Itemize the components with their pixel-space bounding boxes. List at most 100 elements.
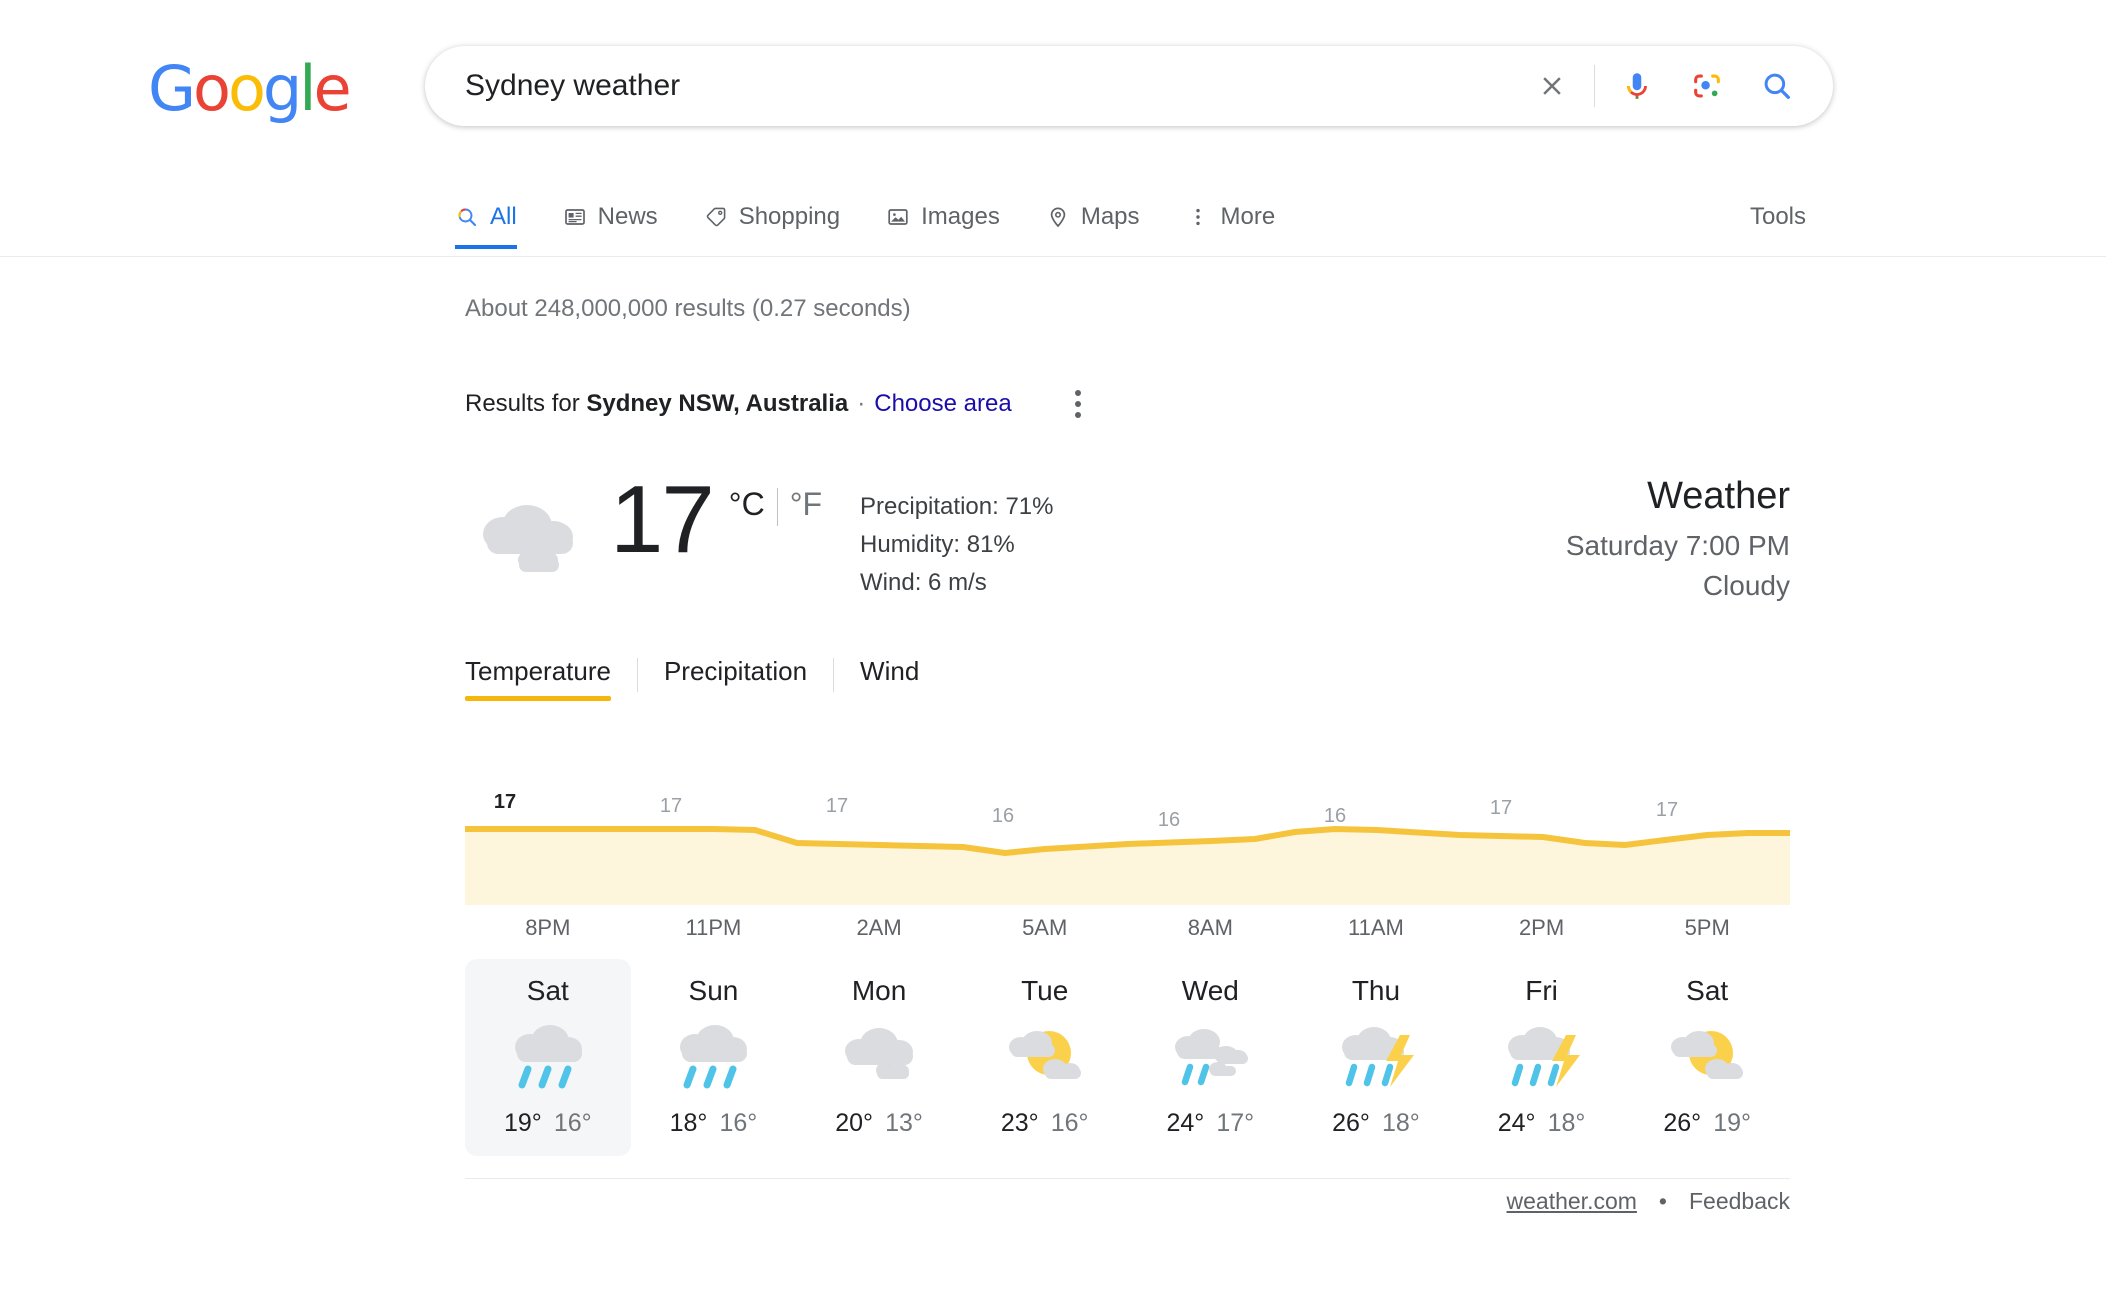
day-temps: 19°16° [504, 1109, 592, 1138]
forecast-day-sat[interactable]: Sat 19°16° [465, 959, 631, 1156]
day-name: Thu [1352, 975, 1400, 1007]
search-bar[interactable] [425, 46, 1833, 126]
forecast-day-mon[interactable]: Mon 20°13° [796, 959, 962, 1156]
logo-letter-2: o [193, 58, 228, 120]
nav-tab-maps[interactable]: Maps [1023, 185, 1163, 249]
day-temps: 24°18° [1498, 1109, 1586, 1138]
kebab-icon[interactable] [1065, 384, 1091, 424]
weather-datetime: Saturday 7:00 PM [1566, 530, 1790, 562]
results-location: Sydney NSW, Australia [586, 390, 848, 418]
cloudy-icon [831, 1017, 927, 1097]
nav-tab-all[interactable]: All [455, 185, 540, 249]
metric-divider [833, 658, 834, 692]
metric-tab-precipitation[interactable]: Precipitation [664, 656, 807, 701]
search-icon [455, 205, 479, 229]
hour-label: 8AM [1128, 915, 1294, 941]
day-name: Mon [852, 975, 906, 1007]
hour-label: 2AM [796, 915, 962, 941]
day-high: 26° [1663, 1109, 1701, 1137]
google-lens-icon[interactable] [1681, 60, 1733, 112]
kebab-icon [1186, 205, 1210, 229]
temperature-chart[interactable]: 17 17 17 16 16 16 17 17 [465, 797, 1790, 905]
chart-point-label: 17 [1490, 797, 1512, 820]
metric-tab-label: Temperature [465, 656, 611, 686]
unit-divider [777, 488, 778, 526]
forecast-day-fri[interactable]: Fri 24°18° [1459, 959, 1625, 1156]
forecast-day-sat-2[interactable]: Sat 26° 19° [1624, 959, 1790, 1156]
nav-tab-images[interactable]: Images [863, 185, 1023, 249]
footer-divider [465, 1178, 1790, 1179]
nav-tab-news[interactable]: News [540, 185, 681, 249]
day-low: 18° [1382, 1109, 1420, 1137]
day-temps: 23°16° [1001, 1109, 1089, 1138]
search-divider [1594, 65, 1595, 107]
nav-tab-label: News [598, 203, 658, 231]
logo-letter-5: l [299, 58, 313, 120]
rain-icon [665, 1017, 761, 1097]
chart-point-label: 16 [992, 805, 1014, 828]
weather-source-link[interactable]: weather.com [1507, 1188, 1637, 1215]
nav-tab-label: Images [921, 203, 1000, 231]
tools-button[interactable]: Tools [1750, 185, 1806, 249]
rain-icon [500, 1017, 596, 1097]
day-low: 17° [1216, 1109, 1254, 1137]
daily-forecast-row: Sat 19°16° Sun [465, 959, 1790, 1156]
day-name: Sun [689, 975, 739, 1007]
nav-tab-label: Shopping [739, 203, 840, 231]
day-high: 19° [504, 1109, 542, 1137]
day-low: 19° [1713, 1109, 1751, 1137]
search-input[interactable] [465, 69, 1526, 103]
forecast-day-wed[interactable]: Wed 24°17° [1128, 959, 1294, 1156]
microphone-icon[interactable] [1611, 60, 1663, 112]
thunderstorm-icon [1328, 1017, 1424, 1097]
weather-condition: Cloudy [1566, 570, 1790, 602]
footer-dot-separator: • [1659, 1188, 1667, 1215]
pin-icon [1046, 205, 1070, 229]
choose-area-link[interactable]: Choose area [874, 390, 1011, 418]
kebab-dot [1075, 412, 1081, 418]
nav-tab-label: Maps [1081, 203, 1140, 231]
nav-tab-shopping[interactable]: Shopping [681, 185, 863, 249]
nav-tab-label: All [490, 203, 517, 231]
day-high: 23° [1001, 1109, 1039, 1137]
metric-tab-wind[interactable]: Wind [860, 656, 919, 701]
page-header: Google [0, 0, 2106, 185]
day-high: 24° [1498, 1109, 1536, 1137]
active-tab-underline [455, 245, 517, 249]
nav-tab-more[interactable]: More [1163, 185, 1299, 249]
hour-label: 8PM [465, 915, 631, 941]
day-name: Sat [527, 975, 569, 1007]
thunderstorm-icon [1494, 1017, 1590, 1097]
chart-point-label: 16 [1324, 805, 1346, 828]
unit-celsius-button[interactable]: °C [729, 486, 765, 523]
metric-tab-label: Precipitation [664, 656, 807, 686]
weather-stats: Precipitation: 71% Humidity: 81% Wind: 6… [860, 488, 1053, 602]
partly-sunny-icon [1659, 1017, 1755, 1097]
search-icon[interactable] [1751, 60, 1803, 112]
humidity-stat: Humidity: 81% [860, 526, 1053, 564]
precipitation-stat: Precipitation: 71% [860, 488, 1053, 526]
hour-label: 2PM [1459, 915, 1625, 941]
tag-icon [704, 205, 728, 229]
day-high: 18° [670, 1109, 708, 1137]
footer-links: weather.com • Feedback [1507, 1188, 1790, 1215]
day-name: Sat [1686, 975, 1728, 1007]
day-temps: 26°18° [1332, 1109, 1420, 1138]
logo-letter-3: o [228, 58, 263, 120]
image-icon [886, 205, 910, 229]
forecast-day-thu[interactable]: Thu 26°18° [1293, 959, 1459, 1156]
weather-title: Weather [1566, 476, 1790, 518]
google-logo[interactable]: Google [148, 58, 349, 120]
weather-footer: weather.com • Feedback [465, 1178, 1790, 1224]
feedback-link[interactable]: Feedback [1689, 1188, 1790, 1215]
metric-tab-temperature[interactable]: Temperature [465, 656, 611, 701]
unit-fahrenheit-button[interactable]: °F [790, 486, 822, 523]
temperature-unit-toggle[interactable]: °C °F [729, 486, 822, 526]
close-icon[interactable] [1526, 60, 1578, 112]
results-for-prefix: Results for [465, 390, 580, 418]
hour-label: 5PM [1624, 915, 1790, 941]
forecast-day-sun[interactable]: Sun 18°16° [631, 959, 797, 1156]
forecast-day-tue[interactable]: Tue 23°16° [962, 959, 1128, 1156]
chart-point-label: 16 [1158, 809, 1180, 832]
logo-letter-4: g [263, 58, 299, 120]
